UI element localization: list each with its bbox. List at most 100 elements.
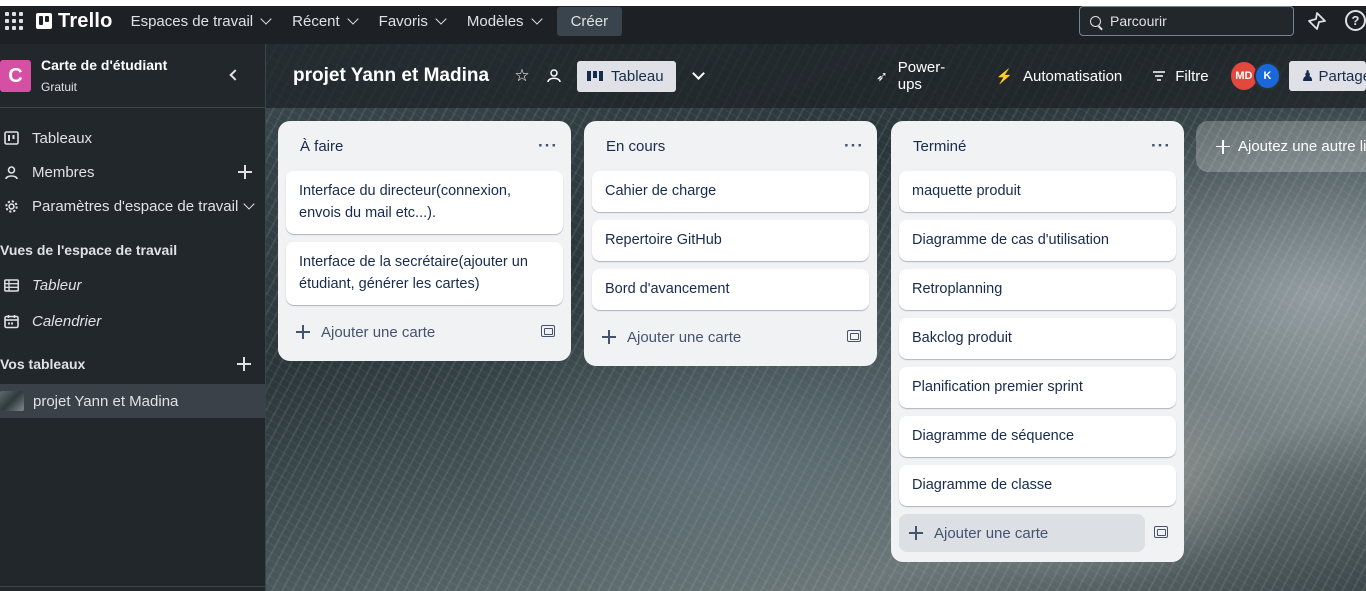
sidebar-item-label: Paramètres d'espace de travail [32, 197, 239, 215]
workspace-views-heading: Vues de l'espace de travail [0, 242, 178, 258]
add-list-button[interactable]: Ajoutez une autre liste [1196, 121, 1366, 172]
sidebar-footer-divider [0, 586, 266, 587]
card-template-icon[interactable] [541, 325, 555, 337]
star-icon[interactable]: ☆ [513, 66, 531, 85]
app-name: Trello [58, 9, 113, 32]
notifications-icon[interactable] [1306, 10, 1328, 32]
chevron-down-icon [260, 13, 272, 25]
add-card-label: Ajouter une carte [321, 323, 436, 341]
views-dropdown-chevron-icon[interactable] [691, 66, 705, 80]
nav-workspaces[interactable]: Espaces de travail [130, 12, 272, 30]
table-icon [4, 278, 19, 293]
card[interactable]: Bord d'avancement [592, 269, 869, 310]
board-view-icon [587, 71, 604, 81]
card[interactable]: Bakclog produit [899, 318, 1176, 359]
list-header: En cours ··· [584, 121, 877, 171]
sidebar-item-label: Membres [32, 163, 95, 181]
add-card-label: Ajouter une carte [627, 328, 742, 346]
board-canvas: projet Yann et Madina ☆ Tableau ➶ Power-… [266, 44, 1366, 591]
list-title[interactable]: Terminé [913, 138, 966, 155]
card-template-icon[interactable] [1154, 526, 1168, 538]
automation-button[interactable]: ⚡ Automatisation [996, 68, 1123, 85]
add-member-icon[interactable] [238, 165, 252, 179]
trello-logo-icon [36, 13, 52, 29]
card[interactable]: maquette produit [899, 171, 1176, 212]
board-view-label: Tableau [611, 67, 664, 85]
nav-workspaces-label: Espaces de travail [130, 12, 254, 30]
search-input[interactable]: Parcourir [1079, 6, 1294, 36]
create-button[interactable]: Créer [556, 6, 623, 36]
sidebar-item-label: Tableaux [32, 129, 93, 147]
sidebar-item-members[interactable]: Membres [0, 155, 266, 189]
search-placeholder: Parcourir [1110, 13, 1167, 29]
lightning-icon: ⚡ [995, 67, 1014, 84]
powerups-label: Power-ups [897, 59, 946, 93]
powerups-button[interactable]: ➶ Power-ups [876, 59, 965, 93]
card[interactable]: Diagramme de cas d'utilisation [899, 220, 1176, 261]
sidebar-item-table-view[interactable]: Tableur [0, 268, 266, 302]
search-icon [1090, 15, 1101, 27]
chevron-down-icon [530, 13, 543, 25]
filter-icon [1153, 68, 1166, 84]
list-menu-icon[interactable]: ··· [538, 136, 558, 156]
list-menu-icon[interactable]: ··· [1151, 136, 1171, 156]
nav-recent[interactable]: Récent [292, 12, 359, 30]
sidebar-item-settings[interactable]: Paramètres d'espace de travail [0, 189, 266, 223]
add-card-button[interactable]: Ajouter une carte [286, 313, 563, 351]
nav-templates[interactable]: Modèles [467, 13, 543, 30]
card[interactable]: Interface de la secrétaire(ajouter un ét… [286, 242, 563, 305]
workspace-avatar[interactable]: C [0, 60, 31, 92]
share-button[interactable]: ♟ Partager [1288, 61, 1366, 91]
list-title[interactable]: En cours [606, 138, 665, 155]
automation-label: Automatisation [1023, 67, 1123, 85]
sidebar: C Carte de d'étudiant Gratuit Tableaux M… [0, 44, 266, 591]
add-card-label: Ajouter une carte [934, 524, 1049, 542]
list[interactable]: Terminé ··· maquette produit Diagramme d… [891, 121, 1184, 562]
card[interactable]: Cahier de charge [592, 171, 869, 212]
sidebar-item-boards[interactable]: Tableaux [0, 121, 266, 155]
nav-recent-label: Récent [292, 12, 340, 30]
app-switcher-icon[interactable] [2, 9, 26, 33]
sidebar-item-calendar-view[interactable]: Calendrier [0, 304, 266, 338]
workspace-plan: Gratuit [41, 80, 78, 94]
sidebar-item-board[interactable]: projet Yann et Madina [0, 384, 266, 418]
card[interactable]: Diagramme de séquence [899, 416, 1176, 457]
workspace-header: C Carte de d'étudiant Gratuit [0, 44, 266, 108]
card[interactable]: Planification premier sprint [899, 367, 1176, 408]
help-icon[interactable]: ? [1345, 10, 1366, 31]
trello-logo[interactable]: Trello [36, 10, 113, 33]
card[interactable]: Diagramme de classe [899, 465, 1176, 506]
nav-starred-label: Favoris [378, 12, 428, 30]
board-icon [4, 130, 19, 146]
list[interactable]: À faire ··· Interface du directeur(conne… [278, 121, 571, 361]
rocket-icon: ➶ [876, 67, 888, 84]
add-board-icon[interactable] [237, 357, 251, 371]
chevron-down-icon [347, 13, 359, 25]
share-icon: ♟ [1300, 68, 1315, 85]
card[interactable]: Repertoire GitHub [592, 220, 869, 261]
card[interactable]: Interface du directeur(connexion, envois… [286, 171, 563, 234]
board-view-button[interactable]: Tableau [577, 60, 676, 92]
gear-icon [4, 199, 19, 214]
filter-label: Filtre [1175, 67, 1209, 85]
card[interactable]: Retroplanning [899, 269, 1176, 310]
list-menu-icon[interactable]: ··· [844, 136, 864, 156]
member-avatar[interactable]: K [1254, 62, 1281, 90]
nav-starred[interactable]: Favoris [378, 12, 447, 30]
your-boards-heading: Vos tableaux [0, 356, 86, 372]
top-header: Trello Espaces de travail Récent Favoris… [0, 6, 1366, 36]
card-template-icon[interactable] [847, 330, 861, 342]
board-header-actions: ➶ Power-ups ⚡ Automatisation Filtre MD K… [876, 44, 1366, 108]
list[interactable]: En cours ··· Cahier de charge Repertoire… [584, 121, 877, 366]
visibility-icon[interactable] [545, 67, 563, 85]
sidebar-item-label: projet Yann et Madina [33, 392, 179, 410]
members-icon [4, 165, 19, 180]
workspace-name[interactable]: Carte de d'étudiant [41, 57, 167, 73]
list-header: Terminé ··· [891, 121, 1184, 171]
filter-button[interactable]: Filtre [1153, 67, 1209, 85]
board-title[interactable]: projet Yann et Madina [293, 65, 489, 87]
list-title[interactable]: À faire [300, 138, 343, 155]
add-card-button[interactable]: Ajouter une carte [899, 514, 1168, 552]
collapse-sidebar-icon[interactable] [226, 68, 240, 82]
add-card-button[interactable]: Ajouter une carte [592, 318, 869, 356]
